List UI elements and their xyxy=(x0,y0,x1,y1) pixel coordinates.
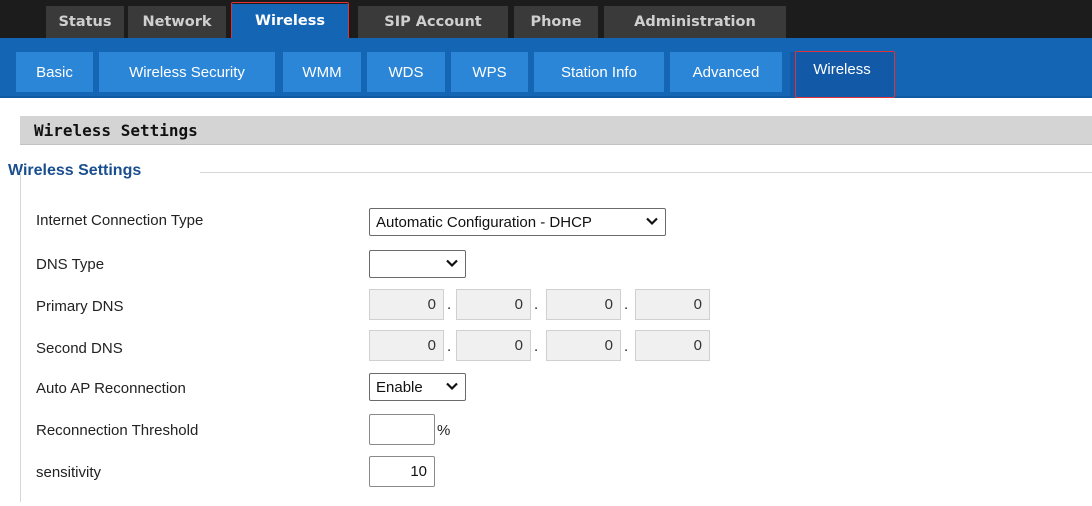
connection-type-value: Automatic Configuration - DHCP xyxy=(376,213,592,231)
top-tab-phone[interactable]: Phone xyxy=(514,6,598,38)
section-header: Wireless Settings xyxy=(20,116,1092,145)
threshold-unit: % xyxy=(437,422,451,439)
ip-separator: . xyxy=(534,338,539,355)
top-tab-administration[interactable]: Administration xyxy=(604,6,786,38)
second-dns-octet-3[interactable]: 0 xyxy=(546,330,621,361)
sub-tab-wireless-security[interactable]: Wireless Security xyxy=(99,52,275,92)
sub-tab-wps[interactable]: WPS xyxy=(451,52,528,92)
ip-separator: . xyxy=(534,296,539,313)
sub-tab-wmm[interactable]: WMM xyxy=(283,52,361,92)
connection-type-select[interactable]: Automatic Configuration - DHCP xyxy=(369,208,666,236)
second-dns-octet-1[interactable]: 0 xyxy=(369,330,444,361)
ip-separator: . xyxy=(624,296,629,313)
fieldset-left-border xyxy=(20,172,21,502)
ip-separator: . xyxy=(624,338,629,355)
ip-separator: . xyxy=(447,338,452,355)
top-tab-network[interactable]: Network xyxy=(128,6,226,38)
chevron-down-icon xyxy=(646,217,658,226)
second-dns-label: Second DNS xyxy=(36,340,123,357)
primary-dns-label: Primary DNS xyxy=(36,298,124,315)
sub-tab-wds[interactable]: WDS xyxy=(367,52,445,92)
sensitivity-input[interactable]: 10 xyxy=(369,456,435,487)
ip-separator: . xyxy=(447,296,452,313)
top-tab-wireless[interactable]: Wireless xyxy=(232,4,348,38)
auto-ap-label: Auto AP Reconnection xyxy=(36,380,186,397)
sub-nav: Basic Wireless Security WMM WDS WPS Stat… xyxy=(0,38,1092,98)
sensitivity-label: sensitivity xyxy=(36,464,102,481)
primary-dns-octet-4[interactable]: 0 xyxy=(635,289,710,320)
sub-tab-advanced[interactable]: Advanced xyxy=(670,52,782,92)
sub-tab-wireless[interactable]: Wireless xyxy=(790,52,894,98)
dns-type-label: DNS Type xyxy=(36,256,105,273)
auto-ap-select[interactable]: Enable xyxy=(369,373,466,401)
threshold-input[interactable] xyxy=(369,414,435,445)
auto-ap-value: Enable xyxy=(376,378,423,396)
fieldset-top-border xyxy=(200,172,1092,173)
top-nav: Status Network Wireless SIP Account Phon… xyxy=(0,0,1092,38)
sub-tab-basic[interactable]: Basic xyxy=(16,52,93,92)
sub-tab-station-info[interactable]: Station Info xyxy=(534,52,664,92)
second-dns-octet-2[interactable]: 0 xyxy=(456,330,531,361)
fieldset-legend: Wireless Settings xyxy=(8,162,142,179)
dns-type-select[interactable] xyxy=(369,250,466,278)
connection-type-label: Internet Connection Type xyxy=(36,212,204,229)
chevron-down-icon xyxy=(446,259,458,268)
threshold-label: Reconnection Threshold xyxy=(36,422,199,439)
primary-dns-octet-2[interactable]: 0 xyxy=(456,289,531,320)
second-dns-octet-4[interactable]: 0 xyxy=(635,330,710,361)
top-tab-sip-account[interactable]: SIP Account xyxy=(358,6,508,38)
primary-dns-octet-1[interactable]: 0 xyxy=(369,289,444,320)
top-tab-status[interactable]: Status xyxy=(46,6,124,38)
primary-dns-octet-3[interactable]: 0 xyxy=(546,289,621,320)
chevron-down-icon xyxy=(446,382,458,391)
